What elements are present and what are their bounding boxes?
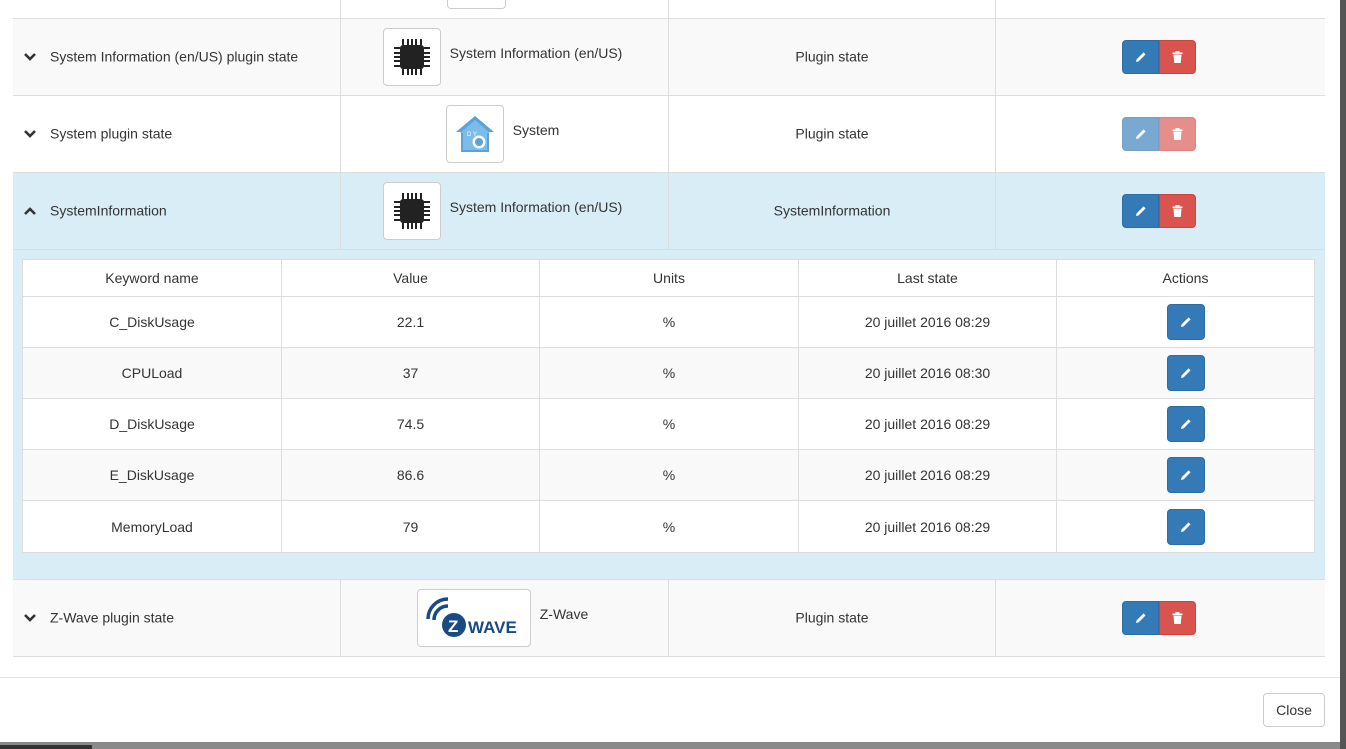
device-name: System Information (en/US) plugin state — [50, 48, 299, 65]
modal-footer-divider — [0, 677, 1340, 678]
cpu-chip-icon — [382, 182, 441, 240]
svg-text:Z: Z — [448, 617, 458, 636]
column-header-actions: Actions — [1162, 270, 1209, 286]
keyword-name: MemoryLoad — [23, 501, 282, 552]
plugin-name: System — [512, 122, 560, 138]
device-name: System plugin state — [50, 125, 173, 142]
cpu-chip-icon — [382, 28, 441, 86]
svg-text:WAVE: WAVE — [468, 618, 517, 637]
pencil-icon — [1180, 521, 1191, 532]
keyword-value: 22.1 — [282, 297, 540, 347]
plugin-icon-partial — [447, 0, 506, 9]
edit-keyword-button[interactable] — [1166, 406, 1205, 442]
column-header-units: Units — [540, 260, 799, 296]
device-actions — [1122, 40, 1196, 74]
delete-device-button[interactable] — [1159, 194, 1196, 228]
keyword-row: C_DiskUsage 22.1 % 20 juillet 2016 08:29 — [23, 297, 1314, 348]
keyword-units: % — [540, 501, 799, 552]
keyword-detail-panel: Keyword name Value Units Last state Acti… — [13, 250, 1325, 580]
edit-device-button[interactable] — [1122, 601, 1159, 635]
page-scrollbar[interactable] — [1340, 0, 1346, 749]
delete-device-button[interactable] — [1159, 117, 1196, 151]
keyword-last-state: 20 juillet 2016 08:29 — [799, 297, 1057, 347]
edit-keyword-button[interactable] — [1166, 304, 1205, 340]
keyword-last-state: 20 juillet 2016 08:29 — [799, 501, 1057, 552]
yadoms-house-icon: D Y — [445, 105, 504, 163]
device-row-expanded: SystemInformation System Information (en… — [13, 173, 1325, 250]
column-header-value: Value — [282, 260, 540, 296]
plugin-name: Z-Wave — [539, 606, 589, 622]
pencil-icon — [1180, 470, 1191, 480]
device-name: SystemInformation — [50, 202, 167, 219]
delete-device-button[interactable] — [1159, 40, 1196, 74]
keyword-row: E_DiskUsage 86.6 % 20 juillet 2016 08:29 — [23, 450, 1314, 501]
edit-device-button[interactable] — [1122, 117, 1159, 151]
device-row-partial — [13, 0, 1325, 19]
keyword-value: 79 — [282, 501, 540, 552]
zwave-logo-icon: Z WAVE — [416, 589, 531, 647]
trash-icon — [1172, 612, 1183, 624]
device-type: Plugin state — [795, 48, 869, 65]
chevron-down-icon[interactable] — [23, 127, 37, 141]
trash-icon — [1172, 205, 1183, 217]
pencil-icon — [1135, 206, 1146, 216]
column-header-last-state: Last state — [799, 260, 1057, 296]
device-actions — [1122, 194, 1196, 228]
column-header-keyword-name: Keyword name — [23, 260, 282, 296]
chevron-down-icon[interactable] — [23, 50, 37, 64]
device-actions — [1122, 117, 1196, 151]
keyword-row: MemoryLoad 79 % 20 juillet 2016 08:29 — [23, 501, 1314, 552]
edit-device-button[interactable] — [1122, 194, 1159, 228]
plugin-name: System Information (en/US) — [449, 45, 623, 61]
device-type: Plugin state — [795, 125, 869, 142]
keyword-units: % — [540, 348, 799, 398]
delete-device-button[interactable] — [1159, 601, 1196, 635]
device-type: SystemInformation — [773, 202, 891, 219]
device-name: Z-Wave plugin state — [50, 609, 174, 626]
keyword-last-state: 20 juillet 2016 08:29 — [799, 450, 1057, 500]
edit-keyword-button[interactable] — [1166, 355, 1205, 391]
keyword-name: D_DiskUsage — [23, 399, 282, 449]
edit-device-button[interactable] — [1122, 40, 1159, 74]
keyword-value: 86.6 — [282, 450, 540, 500]
keyword-row: D_DiskUsage 74.5 % 20 juillet 2016 08:29 — [23, 399, 1314, 450]
device-row: System plugin state D Y System Plugin st… — [13, 96, 1325, 173]
keyword-table: Keyword name Value Units Last state Acti… — [22, 259, 1315, 553]
device-row: Z-Wave plugin state Z WAVE Z-Wave Plugin… — [13, 580, 1325, 657]
keyword-last-state: 20 juillet 2016 08:29 — [799, 399, 1057, 449]
pencil-icon — [1135, 613, 1146, 623]
pencil-icon — [1180, 317, 1191, 327]
device-type: Plugin state — [795, 609, 869, 626]
keyword-units: % — [540, 399, 799, 449]
trash-icon — [1172, 51, 1183, 63]
svg-text:D Y: D Y — [467, 132, 477, 138]
keyword-row: CPULoad 37 % 20 juillet 2016 08:30 — [23, 348, 1314, 399]
keyword-units: % — [540, 450, 799, 500]
pencil-icon — [1135, 52, 1146, 62]
pencil-icon — [1180, 419, 1191, 429]
device-row: System Information (en/US) plugin state — [13, 19, 1325, 96]
edit-keyword-button[interactable] — [1166, 457, 1205, 493]
pencil-icon — [1135, 129, 1146, 139]
keyword-units: % — [540, 297, 799, 347]
keyword-table-header: Keyword name Value Units Last state Acti… — [23, 260, 1314, 297]
device-details-modal: System Information (en/US) plugin state — [0, 0, 1340, 742]
trash-icon — [1172, 128, 1183, 140]
pencil-icon — [1180, 368, 1191, 378]
keyword-last-state: 20 juillet 2016 08:30 — [799, 348, 1057, 398]
edit-keyword-button[interactable] — [1166, 508, 1205, 545]
close-button[interactable]: Close — [1263, 693, 1325, 727]
plugin-name: System Information (en/US) — [449, 199, 623, 215]
device-actions — [1122, 601, 1196, 635]
chevron-up-icon[interactable] — [23, 204, 37, 218]
keyword-value: 37 — [282, 348, 540, 398]
keyword-name: C_DiskUsage — [23, 297, 282, 347]
keyword-name: CPULoad — [23, 348, 282, 398]
keyword-value: 74.5 — [282, 399, 540, 449]
keyword-name: E_DiskUsage — [23, 450, 282, 500]
chevron-down-icon[interactable] — [23, 611, 37, 625]
background-overlay — [0, 742, 1340, 749]
